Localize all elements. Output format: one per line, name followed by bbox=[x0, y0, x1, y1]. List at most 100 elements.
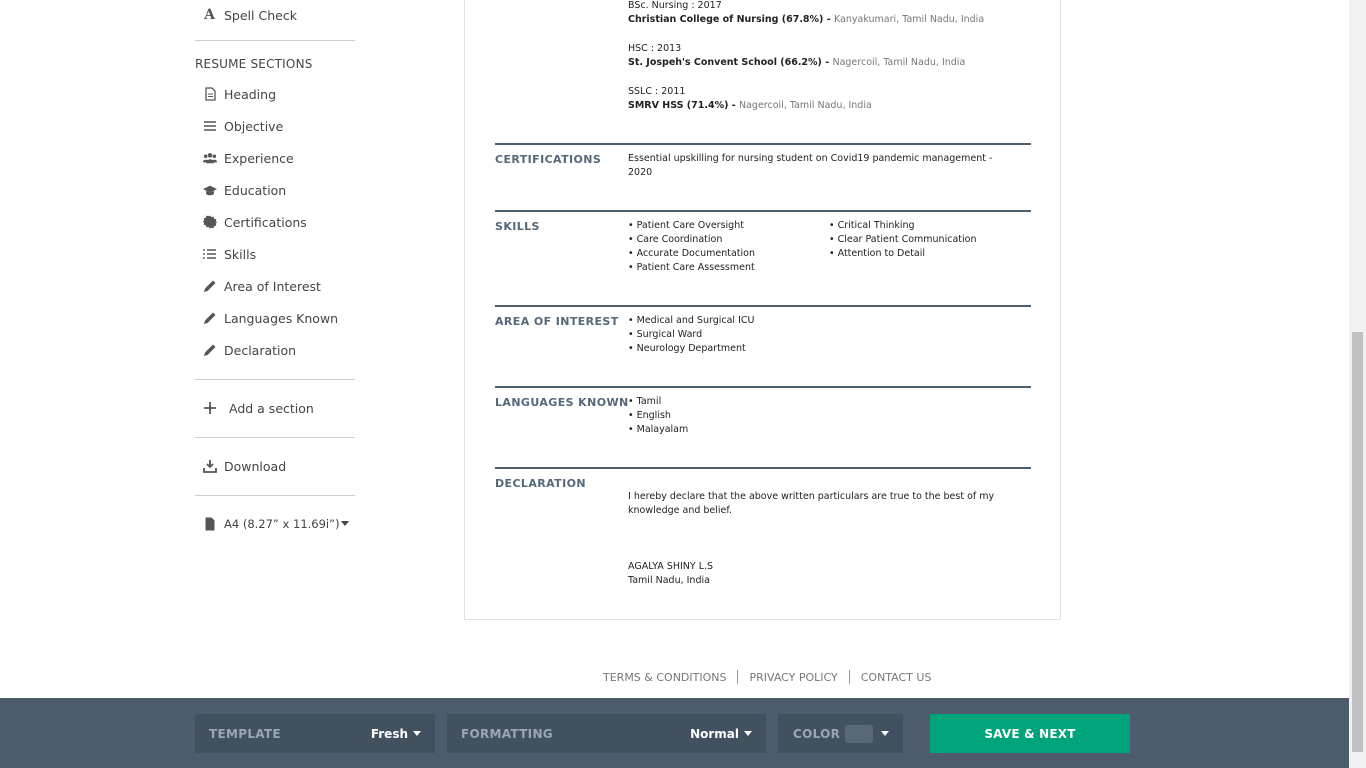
add-section-button[interactable]: Add a section bbox=[195, 395, 355, 421]
chevron-down-icon bbox=[744, 731, 752, 736]
sidebar-item-label: Area of Interest bbox=[224, 278, 321, 294]
terms-link[interactable]: TERMS & CONDITIONS bbox=[603, 671, 726, 684]
color-label: COLOR bbox=[793, 726, 841, 741]
sidebar-item-label: Objective bbox=[224, 118, 284, 134]
education-separator: - bbox=[821, 57, 833, 68]
chevron-down-icon bbox=[881, 731, 889, 736]
section-divider bbox=[495, 305, 1031, 307]
pencil-icon bbox=[202, 311, 217, 326]
divider bbox=[195, 495, 355, 496]
declaration-signature: AGALYA SHINY L.S Tamil Nadu, India bbox=[628, 560, 713, 588]
page-size-label: A4 (8.27” x 11.69i”) bbox=[224, 517, 340, 531]
template-dropdown[interactable]: TEMPLATE Fresh bbox=[195, 714, 435, 753]
education-entry: BSc. Nursing : 2017 Christian College of… bbox=[628, 0, 984, 27]
skill-item: • Patient Care Oversight bbox=[628, 220, 744, 231]
file-icon bbox=[202, 517, 217, 532]
education-school: St. Jospeh's Convent School (66.2%) bbox=[628, 57, 822, 68]
declaration-title: DECLARATION bbox=[495, 477, 586, 490]
sidebar-item-label: Heading bbox=[224, 86, 277, 102]
download-label: Download bbox=[224, 458, 287, 474]
skill-item: • Accurate Documentation bbox=[628, 248, 755, 259]
education-degree: BSc. Nursing : 2017 bbox=[628, 0, 722, 11]
sidebar-item-skills[interactable]: Skills bbox=[195, 241, 355, 267]
education-school: SMRV HSS (71.4%) bbox=[628, 100, 729, 111]
skill-item: • Clear Patient Communication bbox=[829, 234, 977, 245]
bottom-toolbar: TEMPLATE Fresh FORMATTING Normal COLOR S… bbox=[0, 698, 1349, 768]
divider bbox=[195, 379, 355, 380]
section-divider bbox=[495, 210, 1031, 212]
education-degree: SSLC : 2011 bbox=[628, 86, 686, 97]
sidebar-item-label: Certifications bbox=[224, 214, 307, 230]
contact-link[interactable]: CONTACT US bbox=[861, 671, 932, 684]
divider bbox=[195, 437, 355, 438]
education-location: Nagercoil, Tamil Nadu, India bbox=[739, 100, 872, 111]
list-icon bbox=[202, 247, 217, 262]
declarant-name: AGALYA SHINY L.S bbox=[628, 561, 714, 572]
formatting-value: Normal bbox=[690, 726, 739, 741]
education-school: Christian College of Nursing (67.8%) bbox=[628, 14, 824, 25]
pencil-icon bbox=[202, 279, 217, 294]
sidebar-item-declaration[interactable]: Declaration bbox=[195, 337, 355, 363]
sidebar-item-experience[interactable]: Experience bbox=[195, 145, 355, 171]
certificate-icon bbox=[202, 215, 217, 230]
certification-text: Essential upskilling for nursing student… bbox=[628, 153, 993, 178]
skill-item: • Critical Thinking bbox=[829, 220, 915, 231]
sidebar-item-certifications[interactable]: Certifications bbox=[195, 209, 355, 235]
add-section-label: Add a section bbox=[229, 400, 314, 416]
download-icon bbox=[202, 459, 217, 474]
divider bbox=[195, 40, 355, 41]
sidebar-item-objective[interactable]: Objective bbox=[195, 113, 355, 139]
section-divider bbox=[495, 143, 1031, 145]
education-entry: HSC : 2013 St. Jospeh's Convent School (… bbox=[628, 42, 965, 70]
sidebar-item-languages-known[interactable]: Languages Known bbox=[195, 305, 355, 331]
section-divider bbox=[495, 386, 1031, 388]
language-item: • Tamil bbox=[628, 396, 662, 407]
privacy-link[interactable]: PRIVACY POLICY bbox=[749, 671, 837, 684]
languages-known-title: LANGUAGES KNOWN bbox=[495, 396, 629, 409]
sidebar-item-heading[interactable]: Heading bbox=[195, 81, 355, 107]
sidebar-item-area-of-interest[interactable]: Area of Interest bbox=[195, 273, 355, 299]
sidebar-item-education[interactable]: Education bbox=[195, 177, 355, 203]
chevron-down-icon bbox=[341, 521, 349, 526]
page-size-dropdown[interactable]: A4 (8.27” x 11.69i”) bbox=[195, 511, 355, 537]
sidebar-item-label: Education bbox=[224, 182, 287, 198]
lines-icon bbox=[202, 119, 217, 134]
skill-item: • Patient Care Assessment bbox=[628, 262, 755, 273]
download-button[interactable]: Download bbox=[195, 453, 355, 479]
sidebar-item-label: Declaration bbox=[224, 342, 297, 358]
language-item: • Malayalam bbox=[628, 424, 689, 435]
languages-list: • Tamil • English • Malayalam bbox=[628, 395, 688, 437]
document-icon bbox=[202, 87, 217, 102]
sidebar-item-label: Experience bbox=[224, 150, 294, 166]
spell-check-label: Spell Check bbox=[224, 7, 297, 23]
pencil-icon bbox=[202, 343, 217, 358]
graduation-cap-icon bbox=[202, 183, 217, 198]
chevron-down-icon bbox=[413, 731, 421, 736]
formatting-label: FORMATTING bbox=[461, 726, 553, 741]
save-next-button[interactable]: SAVE & NEXT bbox=[930, 714, 1130, 753]
education-separator: - bbox=[728, 100, 739, 111]
resume-sections-heading: RESUME SECTIONS bbox=[195, 57, 313, 71]
certifications-title: CERTIFICATIONS bbox=[495, 153, 602, 166]
spell-check-button[interactable]: A Spell Check bbox=[195, 2, 355, 28]
users-icon bbox=[202, 151, 217, 166]
resume-preview: BSc. Nursing : 2017 Christian College of… bbox=[464, 0, 1061, 620]
color-dropdown[interactable]: COLOR bbox=[778, 714, 903, 753]
interest-item: • Medical and Surgical ICU bbox=[628, 315, 755, 326]
education-location: Kanyakumari, Tamil Nadu, India bbox=[833, 14, 985, 25]
color-swatch bbox=[845, 724, 873, 743]
formatting-dropdown[interactable]: FORMATTING Normal bbox=[447, 714, 766, 753]
skill-item: • Care Coordination bbox=[628, 234, 723, 245]
education-entry: SSLC : 2011 SMRV HSS (71.4%) - Nagercoil… bbox=[628, 85, 872, 113]
footer-links: TERMS & CONDITIONS PRIVACY POLICY CONTAC… bbox=[603, 670, 931, 684]
scrollbar-thumb[interactable] bbox=[1352, 332, 1363, 752]
skills-column-2: • Critical Thinking • Clear Patient Comm… bbox=[829, 219, 976, 261]
area-of-interest-title: AREA OF INTEREST bbox=[495, 315, 619, 328]
sidebar-item-label: Languages Known bbox=[224, 310, 339, 326]
spell-check-icon: A bbox=[204, 7, 215, 23]
section-divider bbox=[495, 467, 1031, 469]
education-location: Nagercoil, Tamil Nadu, India bbox=[832, 57, 966, 68]
interest-item: • Surgical Ward bbox=[628, 329, 703, 340]
divider bbox=[737, 670, 739, 684]
interest-item: • Neurology Department bbox=[628, 343, 746, 354]
